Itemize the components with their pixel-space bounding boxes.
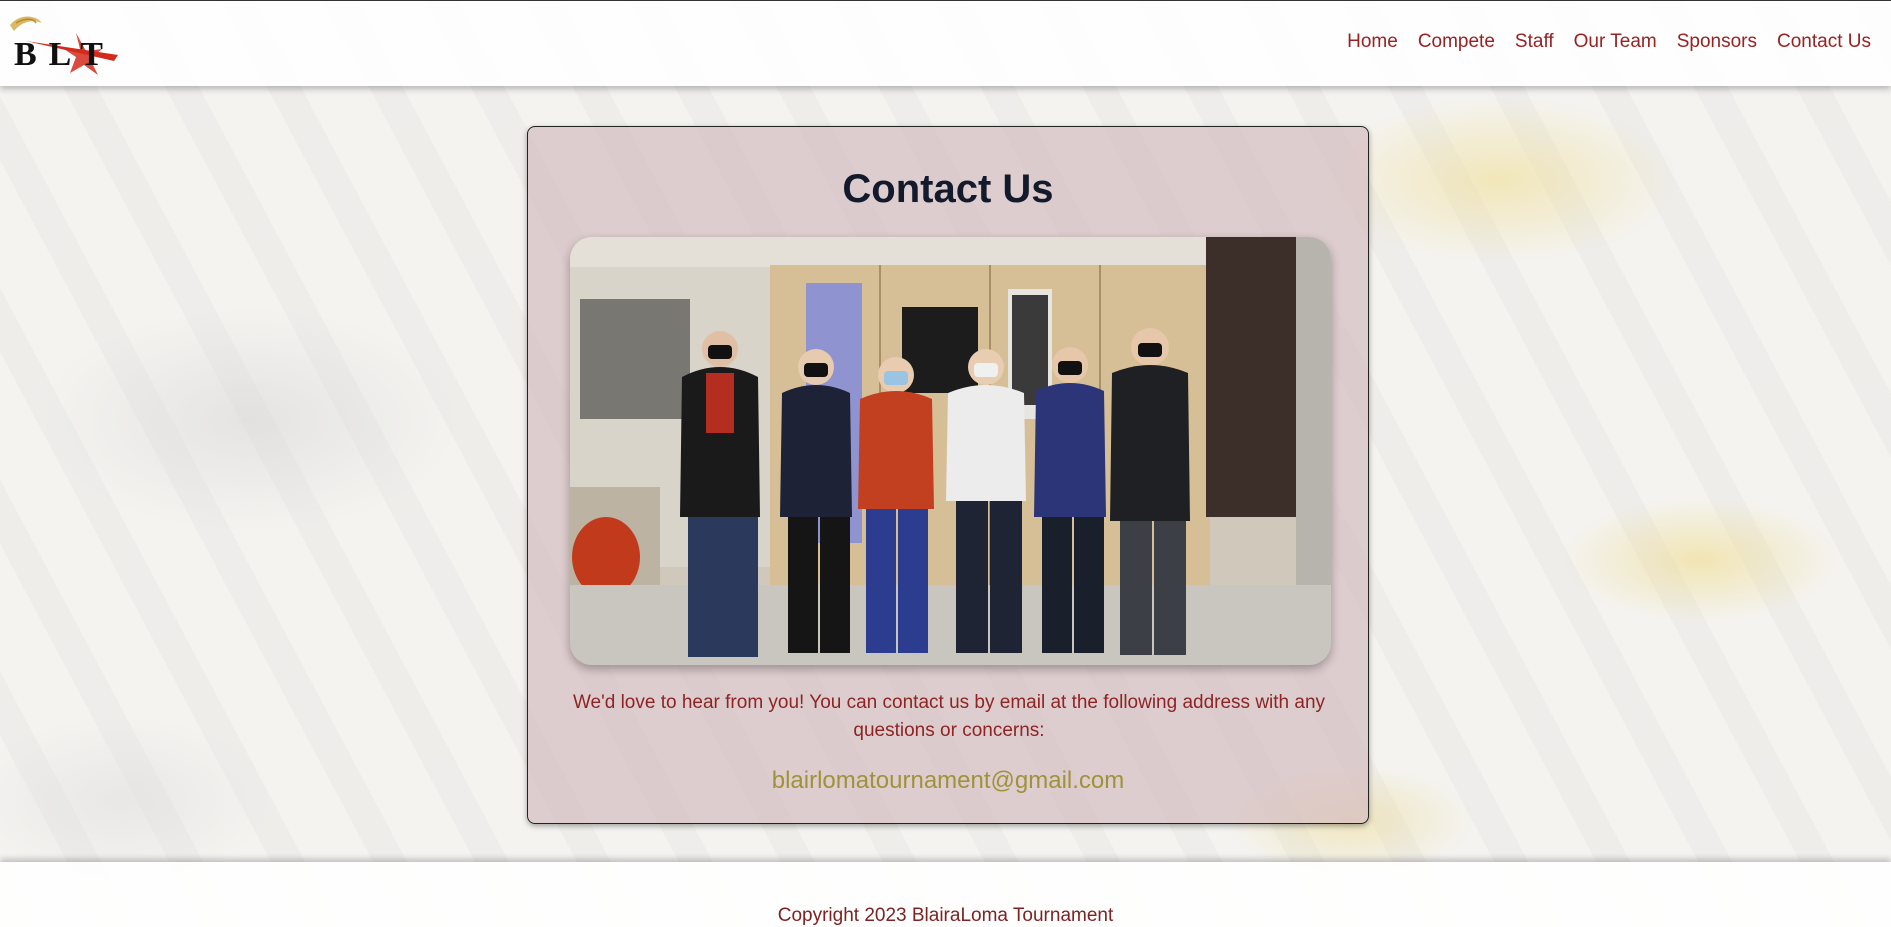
copyright-text: Copyright 2023 BlairaLoma Tournament — [777, 905, 1114, 926]
nav-sponsors-link[interactable]: Sponsors — [1667, 31, 1767, 53]
contact-card: Contact Us We'd love to hear from you! Y… — [527, 126, 1369, 824]
navbar: BLT Home Compete Staff Our Team Sponsors… — [0, 0, 1891, 86]
nav-contact-us-link[interactable]: Contact Us — [1767, 31, 1881, 53]
nav-compete-link[interactable]: Compete — [1408, 31, 1505, 53]
page-title: Contact Us — [842, 167, 1054, 211]
footer: Copyright 2023 BlairaLoma Tournament — [0, 862, 1891, 927]
logo-text: BLT — [14, 36, 115, 73]
nav-menu: Home Compete Staff Our Team Sponsors Con… — [1337, 31, 1881, 53]
nav-home-link[interactable]: Home — [1337, 31, 1408, 53]
nav-staff-link[interactable]: Staff — [1505, 31, 1564, 53]
team-photo — [570, 237, 1331, 665]
contact-description: We'd love to hear from you! You can cont… — [572, 692, 1326, 741]
team-group-photo-icon — [570, 237, 1331, 665]
blt-logo[interactable]: BLT — [6, 11, 128, 79]
nav-our-team-link[interactable]: Our Team — [1564, 31, 1667, 53]
contact-email-link[interactable]: blairlomatournament@gmail.com — [528, 767, 1368, 795]
